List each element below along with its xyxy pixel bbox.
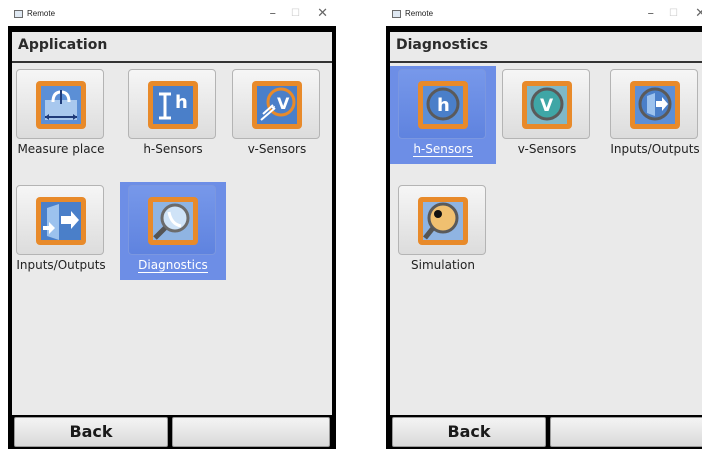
- minimize-button[interactable]: –: [270, 6, 277, 22]
- device-screen: Application Measure place h h-Sensors V …: [12, 32, 332, 449]
- app-icon: [392, 10, 401, 18]
- window-title: Remote: [27, 9, 56, 18]
- app-icon: [14, 10, 23, 18]
- tile-frame: [16, 69, 104, 139]
- remote-window-application: Remote – ☐ ✕ Application Measure place h…: [8, 4, 336, 449]
- device-screen: Diagnostics h h-Sensors V v-Sensors Inpu…: [390, 32, 702, 449]
- tile-frame: V: [232, 69, 320, 139]
- tile-frame: V: [502, 69, 590, 139]
- back-button[interactable]: Back: [14, 417, 168, 447]
- softkey-bar: Back: [390, 415, 702, 449]
- tile-diagnostics[interactable]: Diagnostics: [120, 182, 226, 280]
- maximize-button[interactable]: ☐: [669, 6, 678, 22]
- tile-frame: h: [398, 69, 486, 139]
- tile-label: Inputs/Outputs: [610, 142, 700, 156]
- header-divider: [390, 61, 702, 63]
- softkey-bar: Back: [12, 415, 332, 449]
- inputs-outputs-icon: [36, 197, 86, 245]
- simulation-icon: [418, 197, 468, 245]
- title-bar: Remote – ☐ ✕: [386, 4, 702, 26]
- tile-label: Diagnostics: [138, 258, 208, 273]
- tile-label: Simulation: [411, 258, 475, 272]
- tile-label: h-Sensors: [143, 142, 203, 156]
- tile-label: Inputs/Outputs: [16, 258, 106, 272]
- tile-label: v-Sensors: [517, 142, 577, 156]
- back-button[interactable]: Back: [392, 417, 546, 447]
- svg-text:V: V: [277, 94, 290, 113]
- svg-text:h: h: [175, 92, 188, 113]
- tile-inputs-outputs[interactable]: Inputs/Outputs: [12, 182, 114, 280]
- tile-label: Measure place: [17, 142, 105, 156]
- inputs-outputs-magnifier-icon: [630, 81, 680, 129]
- tile-simulation[interactable]: Simulation: [390, 182, 496, 280]
- softkey-right-button[interactable]: [550, 417, 702, 447]
- tile-frame: h: [128, 69, 216, 139]
- tile-measure-place[interactable]: Measure place: [12, 66, 114, 164]
- header-divider: [12, 61, 332, 63]
- maximize-button[interactable]: ☐: [291, 6, 300, 22]
- tile-label: v-Sensors: [247, 142, 307, 156]
- window-title: Remote: [405, 9, 434, 18]
- device-frame: Application Measure place h h-Sensors V …: [8, 26, 336, 449]
- h-sensor-icon: h: [148, 81, 198, 129]
- tile-h-sensors-diagnostics[interactable]: h h-Sensors: [390, 66, 496, 164]
- page-title: Application: [18, 37, 108, 53]
- tile-frame: [398, 185, 486, 255]
- page-title: Diagnostics: [396, 37, 488, 53]
- svg-text:h: h: [437, 95, 450, 116]
- tile-inputs-outputs-diagnostics[interactable]: Inputs/Outputs: [602, 66, 702, 164]
- softkey-right-button[interactable]: [172, 417, 330, 447]
- tile-h-sensors[interactable]: h h-Sensors: [120, 66, 226, 164]
- tile-v-sensors-diagnostics[interactable]: V v-Sensors: [494, 66, 600, 164]
- device-frame: Diagnostics h h-Sensors V v-Sensors Inpu…: [386, 26, 702, 449]
- tile-frame: [128, 185, 216, 255]
- measure-place-icon: [36, 81, 86, 129]
- close-button[interactable]: ✕: [317, 6, 328, 22]
- minimize-button[interactable]: –: [648, 6, 655, 22]
- v-sensor-icon: V: [252, 81, 302, 129]
- tile-label: h-Sensors: [413, 142, 473, 157]
- magnifier-icon: [148, 197, 198, 245]
- v-sensor-magnifier-icon: V: [522, 81, 572, 129]
- tile-frame: [610, 69, 698, 139]
- h-sensor-magnifier-icon: h: [418, 81, 468, 129]
- title-bar: Remote – ☐ ✕: [8, 4, 336, 26]
- svg-text:V: V: [540, 96, 554, 116]
- close-button[interactable]: ✕: [695, 6, 702, 22]
- tile-v-sensors[interactable]: V v-Sensors: [224, 66, 330, 164]
- tile-frame: [16, 185, 104, 255]
- remote-window-diagnostics: Remote – ☐ ✕ Diagnostics h h-Sensors V v…: [386, 4, 702, 449]
